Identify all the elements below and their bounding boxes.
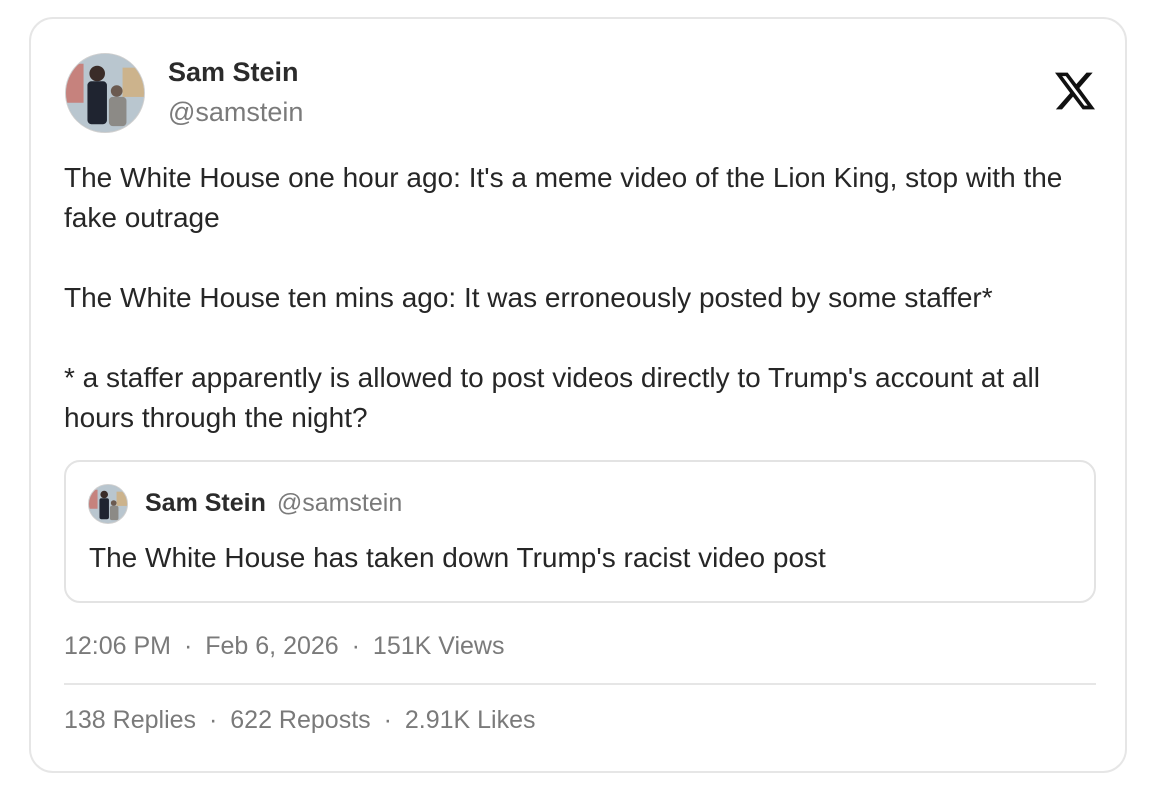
- meta-separator: ·: [183, 632, 193, 660]
- author-avatar[interactable]: [65, 53, 145, 133]
- post-time[interactable]: 12:06 PM: [64, 632, 171, 660]
- quoted-post-header: Sam Stein @samstein: [145, 489, 402, 518]
- post-views: 151K Views: [372, 632, 505, 660]
- stats-separator: ·: [383, 706, 392, 734]
- meta-separator: ·: [351, 632, 360, 660]
- post-card: Sam Stein @samstein The White House one …: [29, 17, 1127, 773]
- post-stats: 138 Replies · 622 Reposts · 2.91K Likes: [64, 706, 536, 735]
- post-meta: 12:06 PM · Feb 6, 2026 · 151K Views: [64, 632, 505, 661]
- reposts-count[interactable]: 622 Reposts: [230, 706, 370, 734]
- quoted-post[interactable]: Sam Stein @samstein The White House has …: [64, 460, 1096, 603]
- post-paragraph: * a staffer apparently is allowed to pos…: [64, 362, 1040, 433]
- post-body: The White House one hour ago: It's a mem…: [64, 158, 1104, 438]
- divider: [64, 683, 1096, 685]
- post-date[interactable]: Feb 6, 2026: [205, 632, 338, 660]
- post-paragraph: The White House one hour ago: It's a mem…: [64, 162, 1063, 233]
- likes-count[interactable]: 2.91K Likes: [405, 706, 536, 734]
- quoted-author-name: Sam Stein: [145, 489, 266, 517]
- post-paragraph: The White House ten mins ago: It was err…: [64, 282, 993, 313]
- author-handle[interactable]: @samstein: [168, 97, 303, 128]
- stats-separator: ·: [208, 706, 218, 734]
- author-name[interactable]: Sam Stein: [168, 57, 299, 88]
- replies-count[interactable]: 138 Replies: [64, 706, 196, 734]
- quoted-post-text: The White House has taken down Trump's r…: [89, 542, 826, 573]
- quoted-author-handle: @samstein: [276, 489, 403, 517]
- x-logo-icon[interactable]: [1055, 72, 1095, 110]
- quoted-author-avatar: [88, 484, 128, 524]
